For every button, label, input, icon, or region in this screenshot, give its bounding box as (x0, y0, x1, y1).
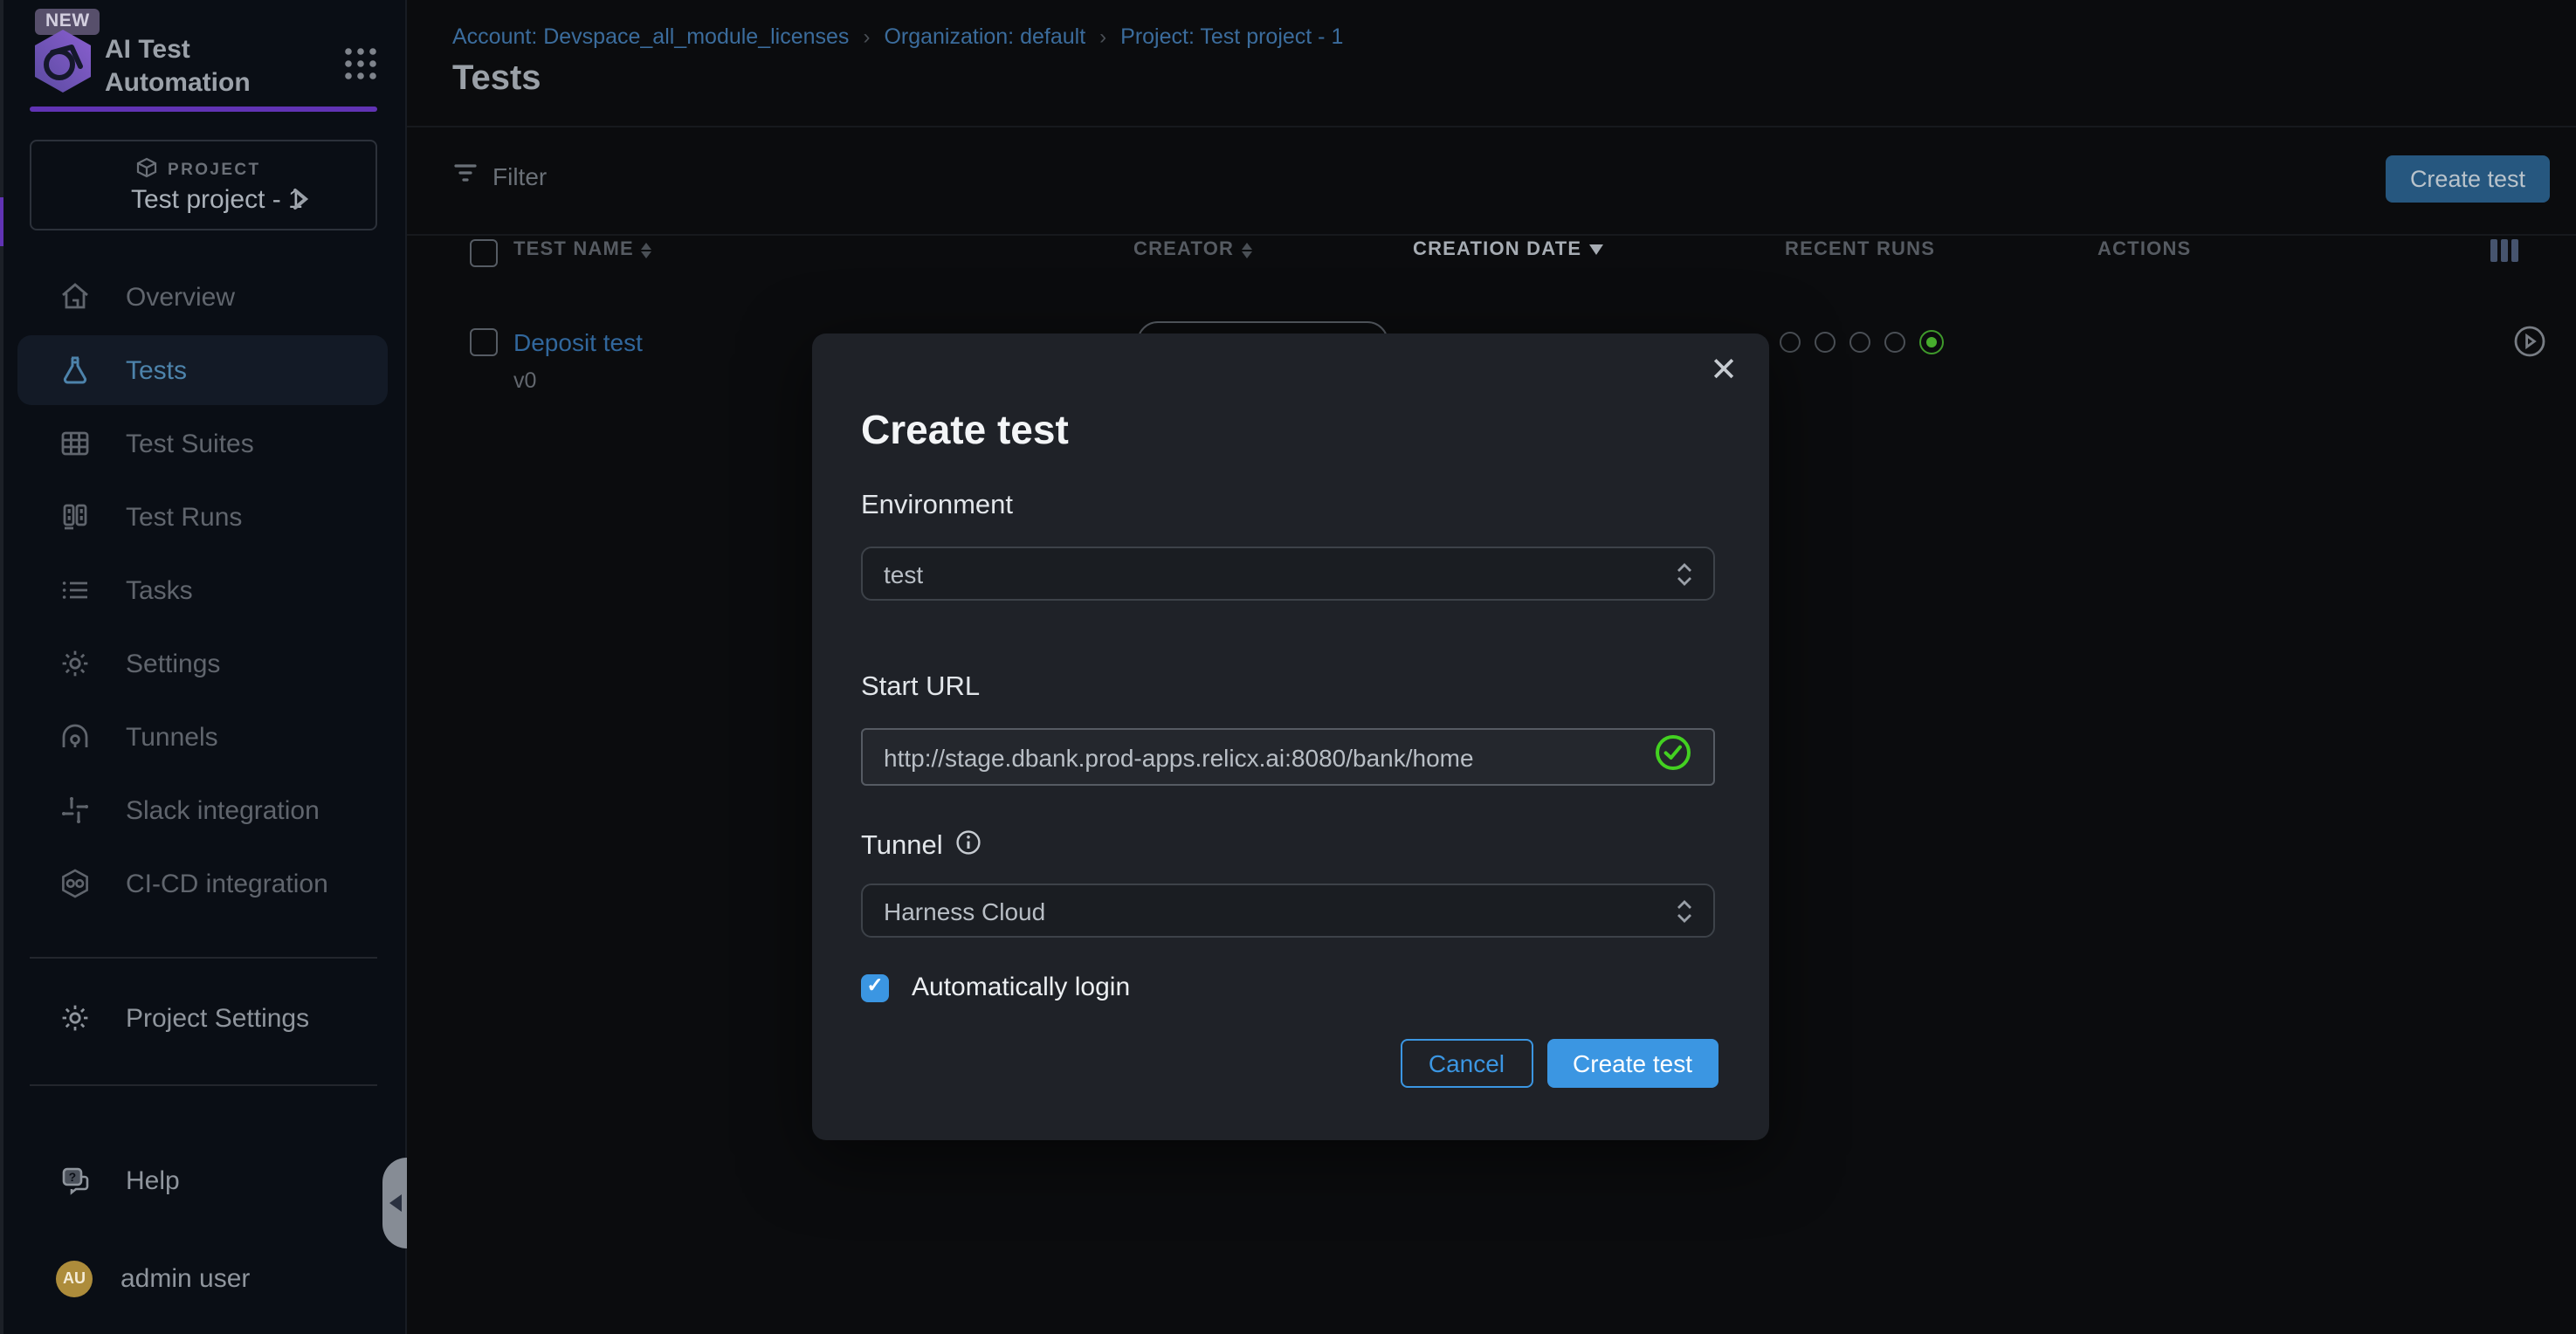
divider (407, 126, 2576, 127)
sidebar-divider (30, 1084, 377, 1086)
modal-footer: Cancel Create test (1401, 1039, 1718, 1088)
columns-icon (59, 501, 91, 533)
page-title: Tests (452, 59, 541, 100)
create-test-modal: ✕ Create test Environment test Start URL… (812, 334, 1769, 1140)
chevron-right-icon (292, 187, 309, 220)
svg-text:?: ? (69, 1170, 77, 1184)
grid-icon (59, 428, 91, 459)
app-window: NEW AI Test Automation (0, 0, 2576, 1334)
sidebar-item-help[interactable]: ? Help (17, 1145, 388, 1215)
auto-login-label: Automatically login (912, 973, 1130, 1002)
sidebar: NEW AI Test Automation (0, 0, 407, 1334)
sidebar-item-test-suites[interactable]: Test Suites (17, 409, 388, 478)
cicd-icon (59, 868, 91, 899)
start-url-field (861, 728, 1715, 786)
run-status-dot-passed[interactable] (1919, 330, 1944, 354)
cube-icon (136, 157, 157, 183)
recent-runs (1780, 330, 1944, 354)
column-header-actions: ACTIONS (2097, 239, 2191, 260)
sort-icon (1241, 242, 1251, 258)
environment-label: Environment (861, 491, 1013, 522)
sort-desc-icon (1588, 244, 1602, 255)
sidebar-item-test-runs[interactable]: Test Runs (17, 482, 388, 552)
filter-button[interactable]: Filter (452, 161, 547, 190)
test-version: v0 (513, 368, 536, 393)
flask-icon (59, 354, 91, 386)
run-status-dot[interactable] (1884, 332, 1905, 353)
app-title: AI Test Automation (105, 33, 251, 100)
run-status-dot[interactable] (1780, 332, 1801, 353)
tunnel-icon (59, 721, 91, 753)
column-header-creation-date[interactable]: CREATION DATE (1413, 239, 1602, 260)
auto-login-checkbox[interactable]: ✓ (861, 973, 889, 1001)
project-name: Test project - 1 (131, 185, 303, 215)
cancel-button[interactable]: Cancel (1401, 1039, 1533, 1088)
sidebar-item-tests[interactable]: Tests (17, 335, 388, 405)
column-header-test-name[interactable]: TEST NAME (513, 239, 651, 260)
check-icon: ✓ (866, 978, 883, 998)
select-chevrons-icon (1677, 561, 1692, 586)
home-icon (59, 281, 91, 313)
divider (407, 234, 2576, 236)
run-status-dot[interactable] (1815, 332, 1836, 353)
project-selector[interactable]: PROJECT Test project - 1 (30, 140, 377, 230)
column-header-recent-runs: RECENT RUNS (1785, 239, 1935, 260)
filter-icon (452, 161, 479, 190)
select-all-checkbox[interactable] (470, 239, 498, 267)
avatar: AU (56, 1260, 93, 1296)
brand-rule (30, 107, 377, 112)
sidebar-divider (30, 957, 377, 959)
breadcrumb: Account: Devspace_all_module_licenses › … (452, 24, 1343, 49)
start-url-label: Start URL (861, 672, 980, 704)
info-icon[interactable] (955, 829, 981, 864)
create-test-button[interactable]: Create test (2386, 155, 2550, 203)
row-actions (2513, 325, 2576, 358)
app-logo-icon[interactable] (30, 28, 96, 94)
sidebar-item-project-settings[interactable]: Project Settings (17, 983, 388, 1053)
slack-icon (59, 794, 91, 826)
breadcrumb-account[interactable]: Account: Devspace_all_module_licenses (452, 24, 849, 49)
modal-title: Create test (861, 407, 1069, 454)
start-url-input[interactable] (884, 743, 1654, 771)
sidebar-item-tasks[interactable]: Tasks (17, 555, 388, 625)
breadcrumb-organization[interactable]: Organization: default (884, 24, 1085, 49)
valid-check-icon (1654, 733, 1692, 780)
breadcrumb-separator: › (1099, 24, 1106, 49)
tunnel-select[interactable]: Harness Cloud (861, 884, 1715, 938)
column-header-creator[interactable]: CREATOR (1133, 239, 1251, 260)
sidebar-item-slack-integration[interactable]: Slack integration (17, 775, 388, 845)
app-switcher-icon[interactable] (342, 45, 379, 82)
sidebar-item-overview[interactable]: Overview (17, 262, 388, 332)
row-checkbox[interactable] (470, 328, 498, 356)
column-settings-icon[interactable] (2490, 239, 2517, 262)
run-status-dot[interactable] (1849, 332, 1870, 353)
chevron-left-icon (389, 1194, 402, 1212)
sidebar-item-user[interactable]: AU admin user (17, 1243, 388, 1313)
sort-icon (641, 242, 651, 258)
environment-select[interactable]: test (861, 547, 1715, 601)
project-kicker-label: PROJECT (168, 161, 261, 180)
help-chat-icon: ? (59, 1165, 91, 1196)
modal-create-test-button[interactable]: Create test (1546, 1039, 1718, 1088)
breadcrumb-project[interactable]: Project: Test project - 1 (1120, 24, 1343, 49)
list-icon (59, 574, 91, 606)
sidebar-item-settings[interactable]: Settings (17, 629, 388, 698)
sidebar-nav: Overview Tests Test Suites Test Runs (0, 258, 405, 922)
sidebar-item-tunnels[interactable]: Tunnels (17, 702, 388, 772)
test-name-link[interactable]: Deposit test (513, 328, 643, 356)
close-icon[interactable]: ✕ (1710, 354, 1738, 388)
user-name: admin user (121, 1263, 250, 1293)
sidebar-item-cicd-integration[interactable]: CI-CD integration (17, 849, 388, 918)
gear-icon (59, 1002, 91, 1034)
breadcrumb-separator: › (863, 24, 870, 49)
tunnel-label: Tunnel (861, 829, 981, 864)
sidebar-collapse-handle[interactable] (382, 1158, 407, 1248)
screen-edge-artifact (0, 0, 3, 1334)
play-icon[interactable] (2513, 325, 2546, 358)
gear-icon (59, 648, 91, 679)
select-chevrons-icon (1677, 898, 1692, 923)
auto-login-row: ✓ Automatically login (861, 973, 1130, 1002)
